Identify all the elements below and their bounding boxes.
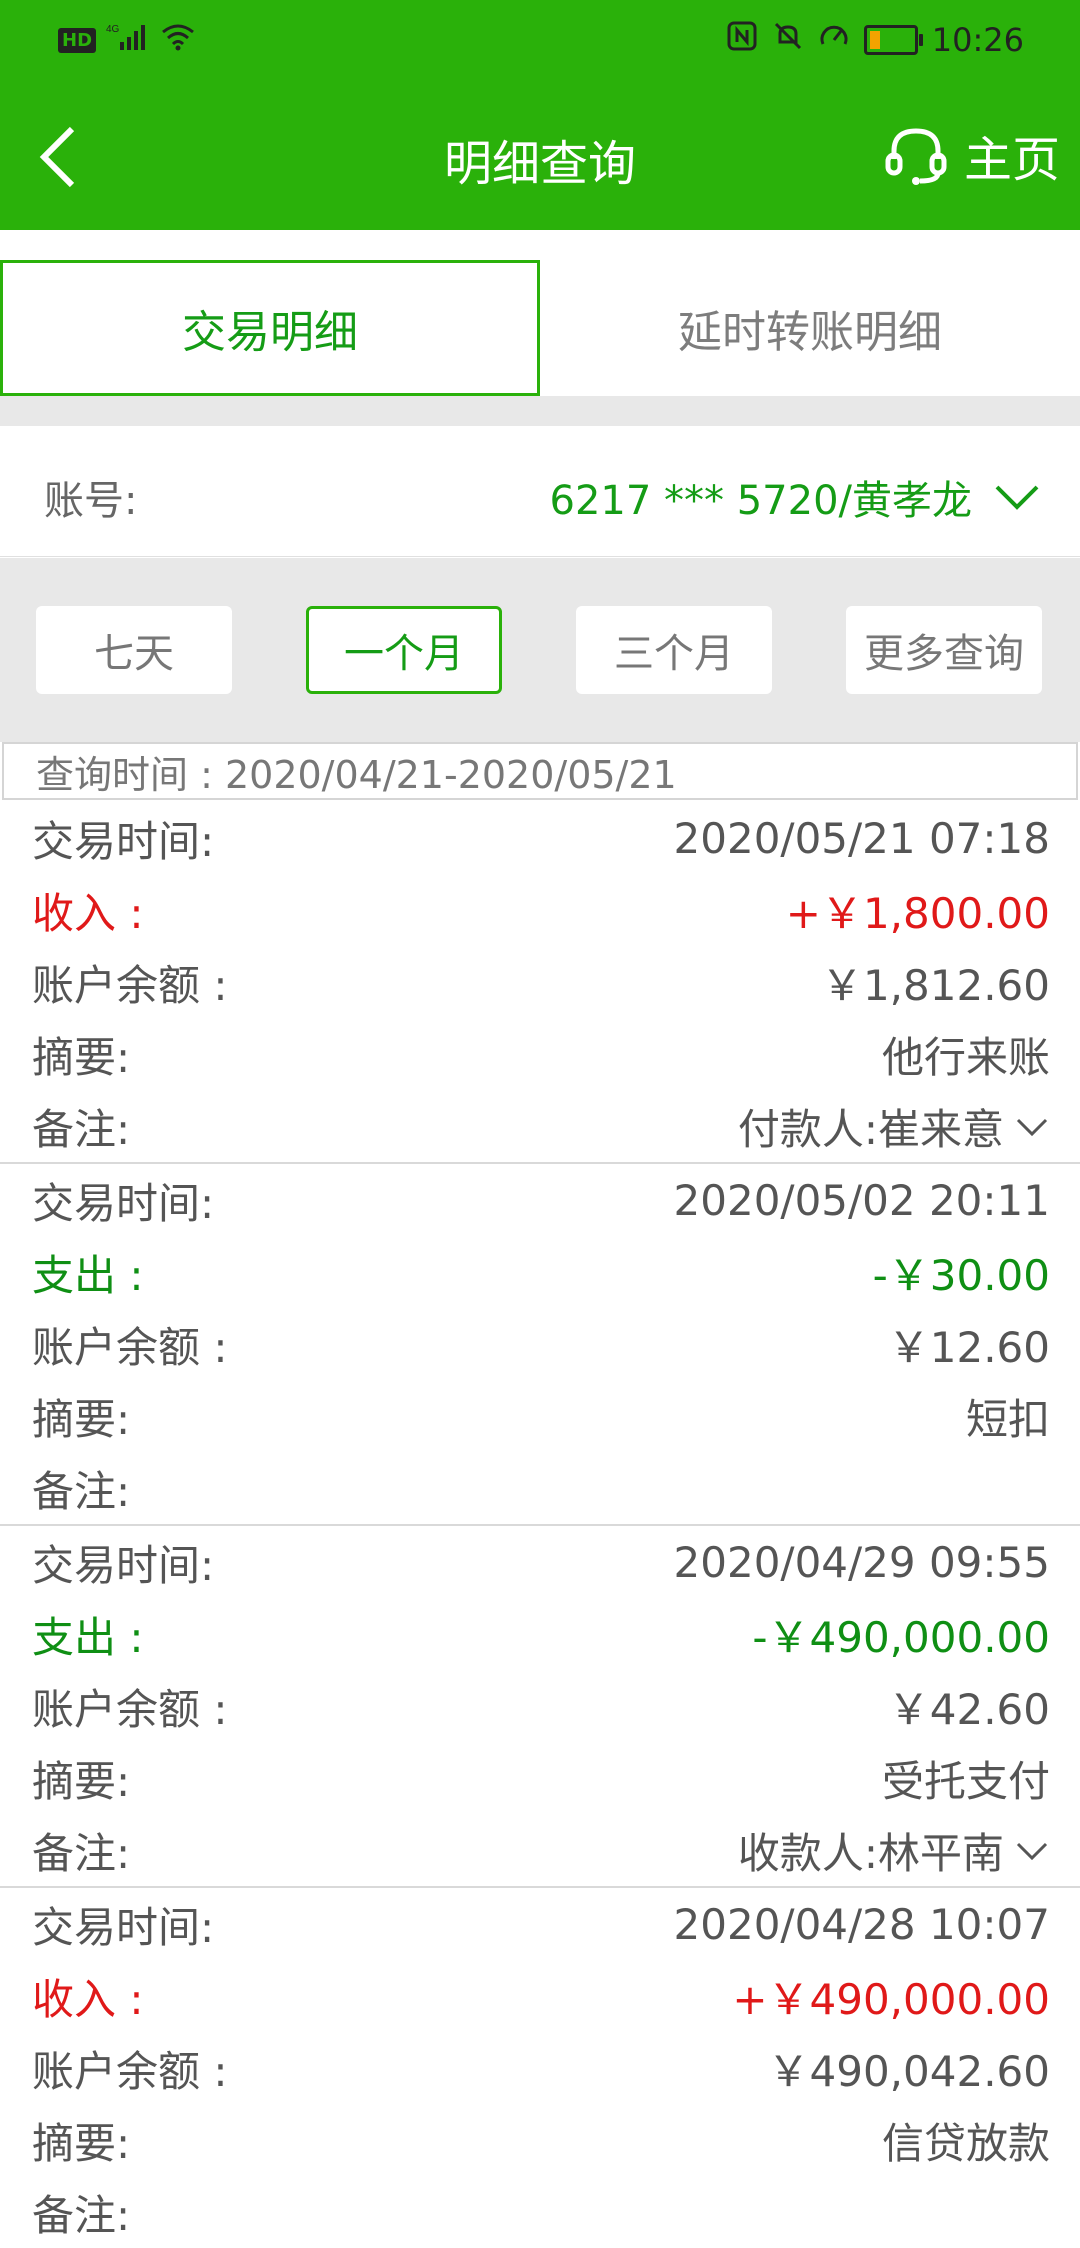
remark-label: 备注: bbox=[32, 1466, 131, 1516]
balance-value: ￥490,042.60 bbox=[767, 2046, 1050, 2096]
status-time: 10:26 bbox=[931, 21, 1024, 59]
row-remark: 备注: 收款人:林平南 bbox=[0, 1814, 1080, 1886]
chevron-down-icon bbox=[1016, 1118, 1048, 1137]
status-right-icons: 10:26 bbox=[726, 20, 1024, 60]
account-number: 6217 *** 5720/黄孝龙 bbox=[549, 478, 973, 524]
summary-label: 摘要: bbox=[32, 1032, 131, 1082]
row-summary: 摘要: 信贷放款 bbox=[0, 2104, 1080, 2176]
time-label: 交易时间: bbox=[32, 1178, 215, 1228]
row-summary: 摘要: 短扣 bbox=[0, 1380, 1080, 1452]
remark-label: 备注: bbox=[32, 2190, 131, 2240]
home-label: 主页 bbox=[963, 132, 1060, 188]
row-time: 交易时间: 2020/05/02 20:11 bbox=[0, 1164, 1080, 1236]
nfc-icon bbox=[726, 20, 758, 60]
row-balance: 账户余额 : ￥42.60 bbox=[0, 1670, 1080, 1742]
summary-value: 他行来账 bbox=[881, 1032, 1050, 1082]
row-balance: 账户余额 : ￥1,812.60 bbox=[0, 946, 1080, 1018]
balance-value: ￥42.60 bbox=[887, 1684, 1050, 1734]
summary-value: 受托支付 bbox=[881, 1756, 1050, 1806]
remark-label: 备注: bbox=[32, 1828, 131, 1878]
tab-bar: 交易明细 延时转账明细 bbox=[0, 260, 1080, 396]
summary-value: 短扣 bbox=[965, 1394, 1050, 1444]
row-amount: 收入 : +￥1,800.00 bbox=[0, 874, 1080, 946]
time-value: 2020/05/02 20:11 bbox=[673, 1175, 1050, 1225]
income-label: 收入 : bbox=[32, 888, 144, 938]
summary-label: 摘要: bbox=[32, 1394, 131, 1444]
range-three-months-button[interactable]: 三个月 bbox=[576, 606, 772, 694]
row-summary: 摘要: 他行来账 bbox=[0, 1018, 1080, 1090]
remark-text: 收款人:林平南 bbox=[737, 1828, 1004, 1878]
speed-icon bbox=[818, 20, 850, 60]
expense-label: 支出 : bbox=[32, 1612, 144, 1662]
transaction-record[interactable]: 交易时间: 2020/05/21 07:18 收入 : +￥1,800.00 账… bbox=[0, 802, 1080, 1164]
status-left-icons: HD 4G bbox=[58, 22, 196, 58]
row-remark: 备注: bbox=[0, 1452, 1080, 1524]
amount-value: +￥490,000.00 bbox=[732, 1974, 1050, 2024]
row-amount: 支出 : -￥490,000.00 bbox=[0, 1598, 1080, 1670]
tab-transaction-details[interactable]: 交易明细 bbox=[0, 260, 540, 396]
balance-label: 账户余额 : bbox=[32, 960, 228, 1010]
time-value: 2020/04/28 10:07 bbox=[673, 1899, 1050, 1949]
wifi-icon bbox=[160, 22, 196, 58]
amount-value: +￥1,800.00 bbox=[785, 888, 1050, 938]
app-bar: 明细查询 主页 bbox=[0, 80, 1080, 230]
range-seven-days-button[interactable]: 七天 bbox=[36, 606, 232, 694]
summary-label: 摘要: bbox=[32, 1756, 131, 1806]
row-balance: 账户余额 : ￥12.60 bbox=[0, 1308, 1080, 1380]
row-time: 交易时间: 2020/04/28 10:07 bbox=[0, 1888, 1080, 1960]
time-label: 交易时间: bbox=[32, 1540, 215, 1590]
range-one-month-button[interactable]: 一个月 bbox=[306, 606, 502, 694]
transaction-record[interactable]: 交易时间: 2020/04/28 10:07 收入 : +￥490,000.00… bbox=[0, 1888, 1080, 2248]
headset-icon bbox=[885, 128, 947, 185]
time-label: 交易时间: bbox=[32, 1902, 215, 1952]
chevron-down-icon bbox=[1016, 1842, 1048, 1861]
svg-text:4G: 4G bbox=[106, 24, 120, 35]
summary-label: 摘要: bbox=[32, 2118, 131, 2168]
amount-value: -￥30.00 bbox=[872, 1250, 1050, 1300]
balance-value: ￥1,812.60 bbox=[820, 960, 1050, 1010]
row-remark: 备注: 付款人:崔来意 bbox=[0, 1090, 1080, 1162]
tab-delayed-transfer-details[interactable]: 延时转账明细 bbox=[540, 260, 1080, 396]
amount-value: -￥490,000.00 bbox=[752, 1612, 1050, 1662]
row-balance: 账户余额 : ￥490,042.60 bbox=[0, 2032, 1080, 2104]
remark-value[interactable]: 收款人:林平南 bbox=[738, 1820, 1050, 1881]
time-label: 交易时间: bbox=[32, 816, 215, 866]
more-query-button[interactable]: 更多查询 bbox=[846, 606, 1042, 694]
account-selector[interactable]: 账号: 6217 *** 5720/黄孝龙 bbox=[0, 426, 1080, 557]
row-amount: 收入 : +￥490,000.00 bbox=[0, 1960, 1080, 2032]
row-summary: 摘要: 受托支付 bbox=[0, 1742, 1080, 1814]
4g-signal-icon: 4G bbox=[106, 22, 150, 58]
remark-label: 备注: bbox=[32, 1104, 131, 1154]
transaction-record[interactable]: 交易时间: 2020/05/02 20:11 支出 : -￥30.00 账户余额… bbox=[0, 1164, 1080, 1526]
balance-label: 账户余额 : bbox=[32, 1684, 228, 1734]
chevron-down-icon bbox=[995, 485, 1039, 510]
status-bar: HD 4G 10:26 bbox=[0, 0, 1080, 80]
row-amount: 支出 : -￥30.00 bbox=[0, 1236, 1080, 1308]
home-button[interactable]: 主页 bbox=[884, 120, 1060, 190]
remark-value[interactable]: 付款人:崔来意 bbox=[738, 1096, 1050, 1157]
account-value[interactable]: 6217 *** 5720/黄孝龙 bbox=[550, 468, 1041, 526]
balance-value: ￥12.60 bbox=[887, 1322, 1050, 1372]
divider bbox=[0, 396, 1080, 426]
expense-label: 支出 : bbox=[32, 1250, 144, 1300]
balance-label: 账户余额 : bbox=[32, 1322, 228, 1372]
summary-value: 信贷放款 bbox=[881, 2118, 1050, 2168]
account-label: 账号: bbox=[44, 478, 138, 524]
transaction-list: 交易时间: 2020/05/21 07:18 收入 : +￥1,800.00 账… bbox=[0, 802, 1080, 2248]
time-value: 2020/04/29 09:55 bbox=[673, 1537, 1050, 1587]
row-remark: 备注: bbox=[0, 2176, 1080, 2248]
balance-label: 账户余额 : bbox=[32, 2046, 228, 2096]
income-label: 收入 : bbox=[32, 1974, 144, 2024]
date-range-selector: 七天 一个月 三个月 更多查询 bbox=[0, 558, 1080, 742]
time-value: 2020/05/21 07:18 bbox=[673, 813, 1050, 863]
battery-icon bbox=[863, 25, 923, 55]
transaction-record[interactable]: 交易时间: 2020/04/29 09:55 支出 : -￥490,000.00… bbox=[0, 1526, 1080, 1888]
remark-text: 付款人:崔来意 bbox=[737, 1104, 1004, 1154]
row-time: 交易时间: 2020/05/21 07:18 bbox=[0, 802, 1080, 874]
hd-icon: HD bbox=[58, 27, 97, 53]
query-time-range: 查询时间 : 2020/04/21-2020/05/21 bbox=[2, 742, 1078, 800]
mute-icon bbox=[772, 20, 804, 60]
row-time: 交易时间: 2020/04/29 09:55 bbox=[0, 1526, 1080, 1598]
